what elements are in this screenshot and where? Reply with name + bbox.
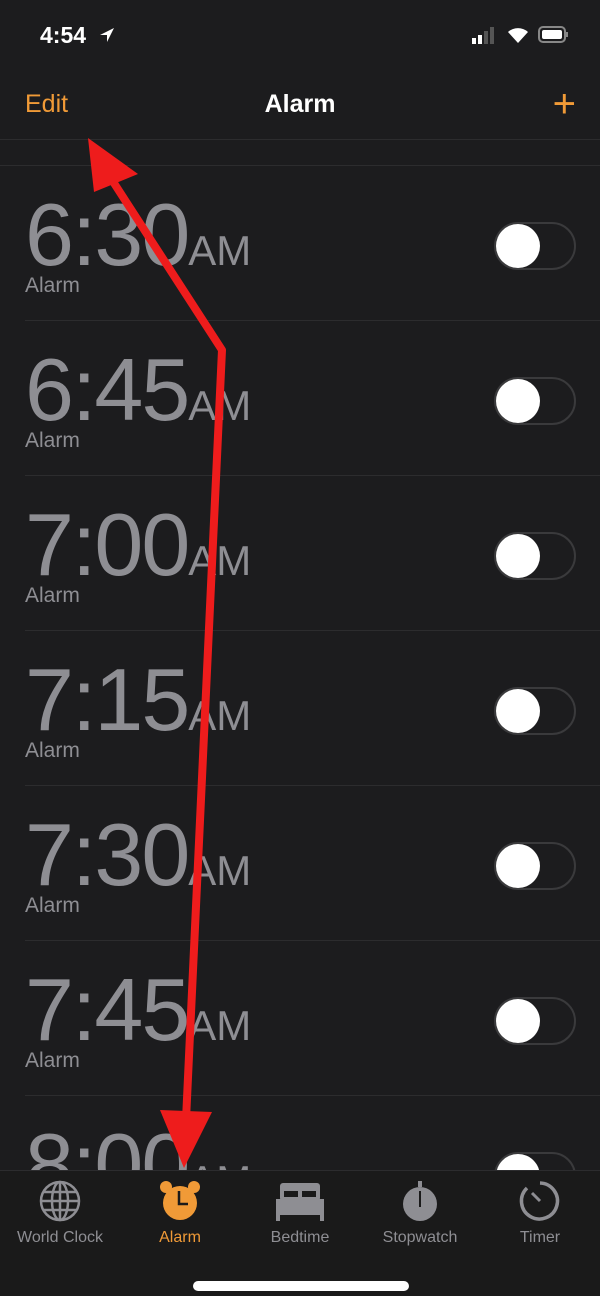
alarm-time: 6:30AM [25, 184, 251, 286]
alarm-ampm: AM [188, 692, 252, 739]
navigation-bar: Edit Alarm + [0, 70, 600, 140]
tab-bedtime[interactable]: Bedtime [240, 1179, 360, 1247]
alarm-ampm: AM [188, 847, 252, 894]
tab-bar: World Clock Alarm Bedtime Stopwatch Time… [0, 1170, 600, 1296]
stopwatch-icon [403, 1181, 437, 1221]
alarm-ampm: AM [188, 382, 252, 429]
alarm-ampm: AM [188, 537, 252, 584]
alarm-row[interactable]: 6:45AM Alarm [25, 321, 600, 476]
tab-label: Stopwatch [382, 1229, 458, 1246]
alarm-row[interactable]: 6:30AM Alarm [25, 166, 600, 321]
tab-stopwatch[interactable]: Stopwatch [360, 1179, 480, 1247]
tab-label: Timer [519, 1229, 561, 1246]
alarm-label: Alarm [25, 584, 80, 607]
tab-timer[interactable]: Timer [480, 1179, 600, 1247]
alarm-time-value: 7:45 [25, 960, 190, 1059]
alarm-toggle[interactable] [494, 842, 576, 890]
alarm-label: Alarm [25, 274, 80, 297]
alarm-toggle[interactable] [494, 377, 576, 425]
alarm-time: 7:00AM [25, 494, 251, 596]
alarm-label: Alarm [25, 739, 80, 762]
toggle-knob [496, 999, 540, 1043]
signal-icon [472, 27, 494, 44]
toggle-knob [496, 224, 540, 268]
page-title: Alarm [264, 90, 336, 118]
alarm-time-value: 7:15 [25, 650, 190, 749]
home-indicator[interactable] [193, 1281, 409, 1291]
status-bar: 4:54 [0, 0, 600, 70]
toggle-knob [496, 379, 540, 423]
toggle-knob [496, 534, 540, 578]
tab-label: Alarm [159, 1229, 201, 1246]
alarm-label: Alarm [25, 429, 80, 452]
alarm-row[interactable]: 7:15AM Alarm [25, 631, 600, 786]
battery-icon [538, 26, 568, 43]
alarm-row[interactable]: 7:45AM Alarm [25, 941, 600, 1096]
alarm-time-value: 7:00 [25, 495, 190, 594]
toggle-knob [496, 844, 540, 888]
alarm-toggle[interactable] [494, 532, 576, 580]
timer-icon [519, 1181, 560, 1221]
alarm-row[interactable]: 7:00AM Alarm [25, 476, 600, 631]
alarm-time-value: 6:30 [25, 185, 190, 284]
location-arrow-icon [100, 28, 114, 42]
alarm-label: Alarm [25, 1049, 80, 1072]
alarm-ampm: AM [188, 1002, 252, 1049]
status-time: 4:54 [40, 22, 87, 48]
alarm-time: 7:15AM [25, 649, 251, 751]
tab-label: Bedtime [270, 1229, 330, 1246]
toggle-knob [496, 689, 540, 733]
alarm-toggle[interactable] [494, 997, 576, 1045]
alarm-toggle[interactable] [494, 687, 576, 735]
alarm-time: 7:45AM [25, 959, 251, 1061]
bed-icon [276, 1183, 324, 1221]
alarm-toggle[interactable] [494, 222, 576, 270]
alarm-list: 6:30AM Alarm 6:45AM Alarm 7:00AM Alarm 7… [0, 165, 600, 1251]
tab-alarm[interactable]: Alarm [120, 1179, 240, 1247]
alarm-time-value: 6:45 [25, 340, 190, 439]
globe-icon [39, 1180, 81, 1222]
tab-world-clock[interactable]: World Clock [0, 1179, 120, 1247]
add-alarm-button[interactable]: + [553, 82, 576, 127]
alarm-row[interactable]: 7:30AM Alarm [25, 786, 600, 941]
alarm-label: Alarm [25, 894, 80, 917]
alarm-time: 6:45AM [25, 339, 251, 441]
tab-label: World Clock [17, 1229, 103, 1246]
alarm-clock-icon [160, 1181, 200, 1220]
alarm-ampm: AM [188, 227, 252, 274]
alarm-time: 7:30AM [25, 804, 251, 906]
wifi-icon [508, 28, 528, 43]
alarm-time-value: 7:30 [25, 805, 190, 904]
